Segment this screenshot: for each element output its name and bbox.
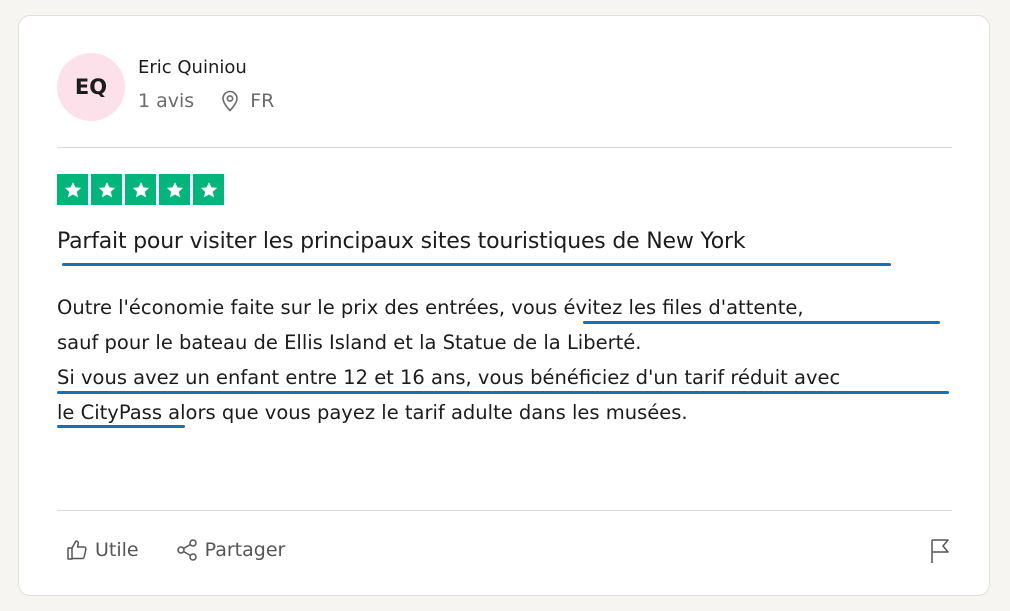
star-icon: [200, 181, 217, 197]
reviewer-meta: 1 avis FR: [138, 90, 274, 112]
body-highlight-underline: [57, 391, 949, 394]
body-highlight-underline: [583, 321, 940, 324]
review-card: EQ Eric Quiniou 1 avis FR Parfait pour v…: [18, 15, 990, 596]
star-rating-box: [193, 174, 224, 205]
review-body-line: sauf pour le bateau de Ellis Island et l…: [57, 331, 642, 354]
star-icon: [166, 181, 183, 197]
thumbs-up-icon: [67, 540, 87, 560]
useful-button[interactable]: Utile: [65, 538, 139, 562]
reviewer-country: FR: [250, 90, 275, 112]
avatar-initials: EQ: [74, 75, 108, 99]
share-button[interactable]: Partager: [175, 538, 286, 562]
review-body-line: Si vous avez un enfant entre 12 et 16 an…: [57, 366, 841, 389]
star-rating-box: [159, 174, 190, 205]
useful-label: Utile: [95, 539, 139, 561]
location-pin-icon: [222, 90, 239, 112]
share-icon: [176, 539, 197, 561]
flag-icon[interactable]: [928, 538, 952, 564]
avatar[interactable]: EQ: [57, 53, 125, 121]
share-label: Partager: [204, 539, 286, 561]
review-count: 1 avis: [138, 90, 195, 112]
reviewer-name[interactable]: Eric Quiniou: [138, 57, 247, 78]
body-highlight-underline: [57, 425, 185, 428]
star-rating-box: [125, 174, 156, 205]
title-highlight-underline: [62, 263, 891, 266]
star-icon: [64, 181, 81, 197]
review-body-line: le CityPass alors que vous payez le tari…: [57, 401, 688, 424]
header-divider: [57, 147, 952, 148]
star-icon: [132, 181, 149, 197]
star-rating: [57, 174, 224, 205]
review-title[interactable]: Parfait pour visiter les principaux site…: [57, 229, 746, 254]
review-actions: Utile Partager: [65, 538, 321, 562]
footer-divider: [57, 510, 952, 511]
review-body: Outre l'économie faite sur le prix des e…: [57, 290, 967, 430]
star-icon: [98, 181, 115, 197]
star-rating-box: [57, 174, 88, 205]
star-rating-box: [91, 174, 122, 205]
review-body-line: Outre l'économie faite sur le prix des e…: [57, 296, 804, 319]
